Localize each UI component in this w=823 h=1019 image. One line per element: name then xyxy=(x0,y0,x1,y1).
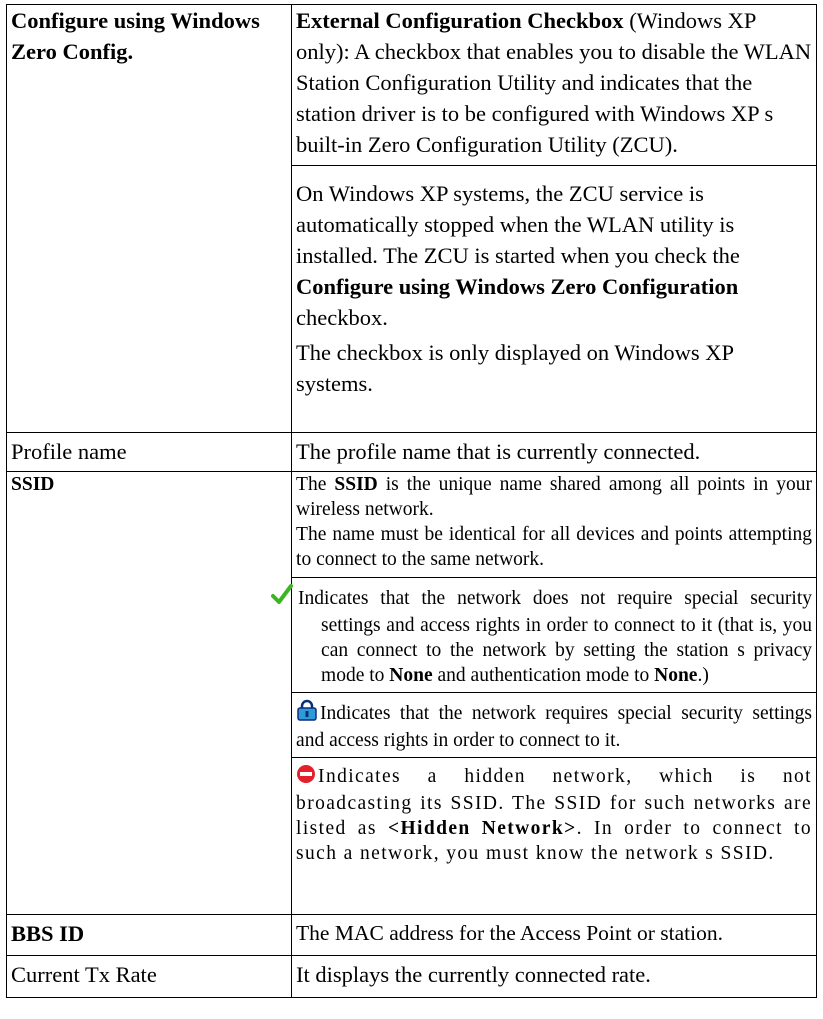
description-paragraph: The SSID is the unique name shared among… xyxy=(296,472,812,522)
term-label: BBS ID xyxy=(11,921,85,946)
inner-divider xyxy=(292,692,816,693)
legend-text: Indicates that the network requires spec… xyxy=(296,703,812,751)
legend-text: and authentication mode to xyxy=(432,665,655,686)
description-text: checkbox. xyxy=(296,305,388,330)
description-text: The profile name that is currently conne… xyxy=(296,439,701,464)
inner-divider xyxy=(292,577,816,578)
table-row: SSID The SSID is the unique name shared … xyxy=(5,471,817,915)
definition-table: Configure using Windows Zero Config. Ext… xyxy=(5,4,817,998)
description-text: On Windows XP systems, the ZCU service i… xyxy=(296,181,740,268)
table-row: Current Tx Rate It displays the currentl… xyxy=(5,955,817,998)
description-cell: The profile name that is currently conne… xyxy=(291,432,817,472)
term-cell: Profile name xyxy=(5,432,293,472)
legend-text: .) xyxy=(697,665,709,686)
legend-item-open-network: Indicates that the network does not requ… xyxy=(271,584,812,688)
description-paragraph: External Configuration Checkbox (Windows… xyxy=(296,5,812,160)
term-cell: BBS ID xyxy=(5,914,293,956)
padlock-icon xyxy=(296,699,318,728)
description-paragraph: On Windows XP systems, the ZCU service i… xyxy=(296,178,812,333)
bold-term: None xyxy=(389,665,433,686)
inner-divider xyxy=(292,165,816,166)
description-cell: It displays the currently connected rate… xyxy=(291,955,817,998)
legend-item-secure-network: Indicates that the network requires spec… xyxy=(296,699,812,753)
description-cell: The SSID is the unique name shared among… xyxy=(271,471,817,915)
term-label: Configure using Windows Zero Config. xyxy=(11,8,260,64)
term-cell: Current Tx Rate xyxy=(5,955,293,998)
table-row: Configure using Windows Zero Config. Ext… xyxy=(5,4,817,433)
bold-term: Configure using Windows Zero Configurati… xyxy=(296,274,739,299)
table-row: BBS ID The MAC address for the Access Po… xyxy=(5,914,817,956)
description-cell: External Configuration Checkbox (Windows… xyxy=(291,4,817,433)
description-paragraph: The checkbox is only displayed on Window… xyxy=(296,340,734,396)
legend-item-hidden-network: Indicates a hidden network, which is not… xyxy=(296,764,812,866)
term-label: Profile name xyxy=(11,439,127,464)
bold-term: SSID xyxy=(334,474,378,495)
term-cell: SSID xyxy=(5,471,293,915)
bold-term: External Configuration Checkbox xyxy=(296,8,624,33)
term-label: SSID xyxy=(11,474,55,495)
bold-term: <Hidden Network> xyxy=(387,818,577,839)
term-label: Current Tx Rate xyxy=(11,962,157,987)
description-cell: The MAC address for the Access Point or … xyxy=(291,914,817,956)
description-text: The MAC address for the Access Point or … xyxy=(296,921,723,945)
table-row: Profile name The profile name that is cu… xyxy=(5,432,817,472)
term-cell: Configure using Windows Zero Config. xyxy=(5,4,293,433)
red-no-entry-icon xyxy=(296,764,316,791)
description-text: It displays the currently connected rate… xyxy=(296,962,651,987)
description-paragraph: The name must be identical for all devic… xyxy=(296,524,812,570)
inner-divider xyxy=(292,757,816,758)
description-text: The xyxy=(296,474,335,495)
bold-term: None xyxy=(654,665,698,686)
